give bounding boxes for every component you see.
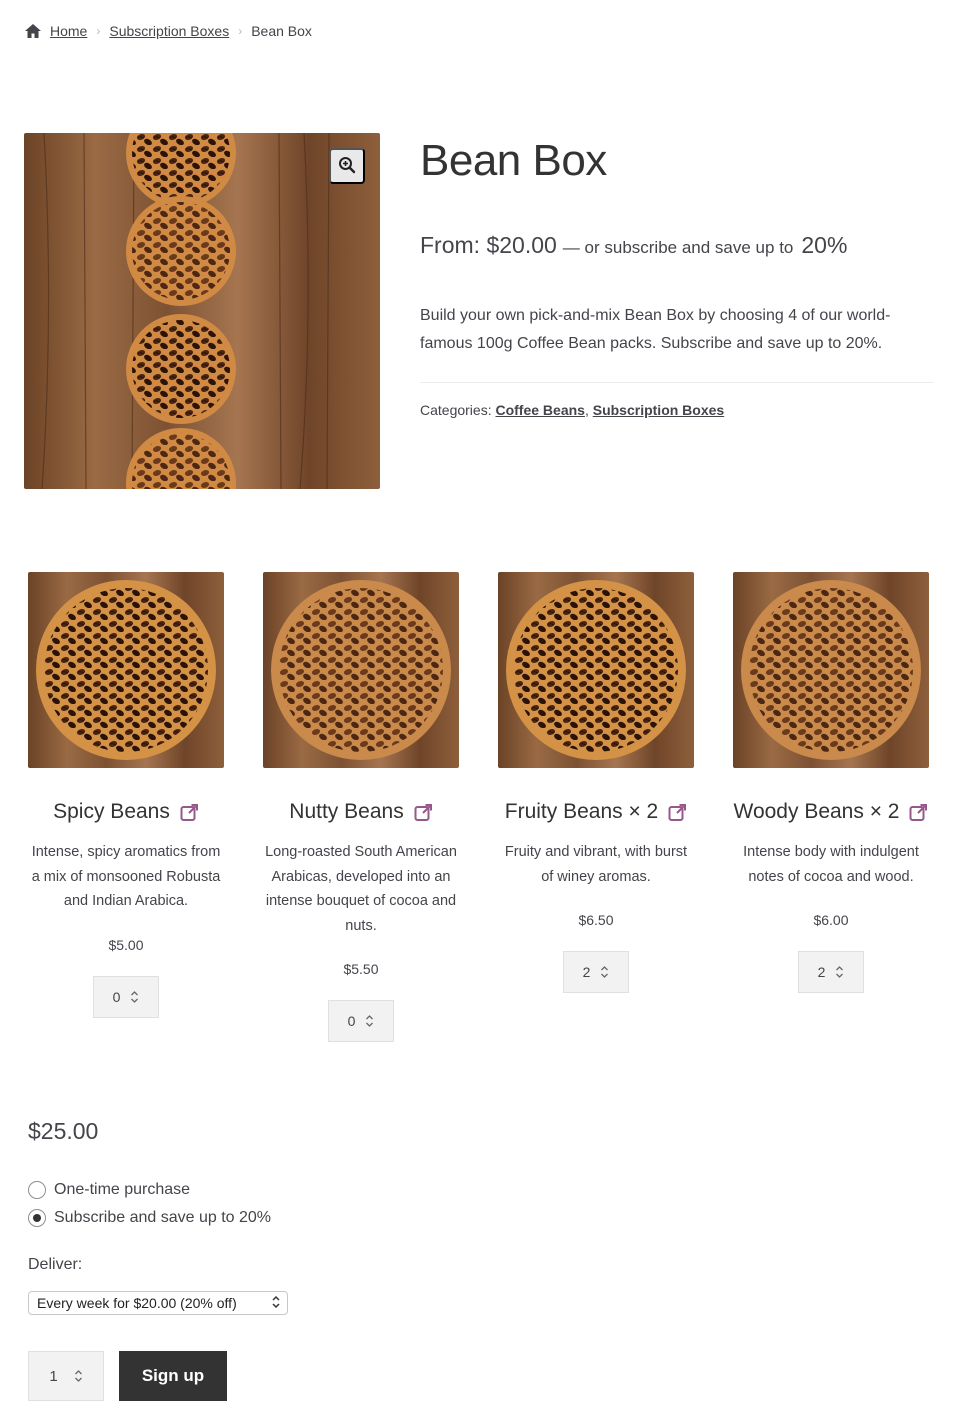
spinner-icon[interactable]: [600, 964, 609, 980]
deliver-label: Deliver:: [28, 1256, 83, 1273]
bundle-item-description: Fruity and vibrant, with burst of winey …: [504, 844, 688, 885]
breadcrumb: Home › Subscription Boxes › Bean Box: [24, 20, 312, 42]
radio-subscribe[interactable]: Subscribe and save up to 20%: [28, 1209, 271, 1227]
bundle-item-image[interactable]: [263, 572, 459, 768]
bundle-item-fruity-beans: Fruity Beans × 2 Fruity and vibrant, wit…: [498, 572, 694, 993]
bundle-item-image[interactable]: [28, 572, 224, 768]
quantity-value: 1: [49, 1367, 58, 1385]
bundle-item-description: Intense, spicy aromatics from a mix of m…: [31, 844, 221, 909]
quantity-stepper[interactable]: 0: [93, 975, 159, 1018]
bundle-item-woody-beans: Woody Beans × 2 Intense body with indulg…: [733, 572, 929, 993]
product-description: Build your own pick-and-mix Bean Box by …: [420, 307, 891, 352]
bundle-item-spicy-beans: Spicy Beans Intense, spicy aromatics fro…: [28, 572, 224, 1018]
delivery-frequency-select[interactable]: Every week for $20.00 (20% off): [28, 1291, 288, 1315]
external-link-icon[interactable]: [414, 803, 433, 822]
product-title: Bean Box: [420, 136, 607, 185]
radio-label: One-time purchase: [54, 1181, 191, 1198]
product-main-image[interactable]: [24, 133, 380, 489]
category-link-subscription-boxes[interactable]: Subscription Boxes: [593, 402, 724, 418]
quantity-stepper[interactable]: 0: [328, 1000, 394, 1042]
spinner-icon[interactable]: [74, 1368, 83, 1384]
bundle-item-title: Woody Beans × 2: [733, 800, 929, 824]
breadcrumb-category-link[interactable]: Subscription Boxes: [109, 23, 229, 39]
bundle-item-description: Long-roasted South American Arabicas, de…: [265, 844, 457, 934]
quantity-stepper[interactable]: 2: [798, 951, 864, 993]
radio-label: Subscribe and save up to 20%: [54, 1209, 272, 1226]
chevron-right-icon: ›: [96, 24, 101, 38]
price-discount: 20%: [801, 232, 848, 258]
spinner-icon[interactable]: [130, 989, 139, 1005]
product-categories: Categories: Coffee Beans, Subscription B…: [420, 402, 725, 418]
bundle-item-title: Fruity Beans × 2: [498, 800, 694, 824]
quantity-value: 0: [112, 988, 121, 1005]
breadcrumb-home-link[interactable]: Home: [50, 23, 87, 39]
bundle-item-description: Intense body with indulgent notes of coc…: [743, 844, 919, 885]
external-link-icon[interactable]: [909, 803, 928, 822]
chevron-right-icon: ›: [238, 24, 243, 38]
bundle-total-price: $25.00: [28, 1118, 99, 1144]
bundle-item-price: $5.50: [343, 961, 379, 977]
bundle-item-nutty-beans: Nutty Beans Long-roasted South American …: [263, 572, 459, 1042]
radio-button[interactable]: [28, 1209, 46, 1227]
bundle-item-price: $5.00: [108, 936, 144, 953]
quantity-input[interactable]: 1: [28, 1351, 104, 1401]
radio-button[interactable]: [28, 1181, 46, 1199]
bundle-item-price: $6.00: [813, 912, 849, 928]
external-link-icon[interactable]: [180, 803, 199, 822]
zoom-in-icon: [338, 156, 356, 177]
categories-label: Categories:: [420, 402, 492, 418]
price-from: From: $20.00: [420, 232, 557, 258]
divider: [420, 382, 934, 383]
bundle-item-image[interactable]: [498, 572, 694, 768]
spinner-icon[interactable]: [835, 964, 844, 980]
spinner-icon[interactable]: [365, 1013, 374, 1029]
price-subscribe-text: — or subscribe and save up to: [562, 238, 794, 257]
bundle-item-title: Spicy Beans: [28, 800, 224, 824]
quantity-value: 0: [347, 1013, 356, 1029]
bundle-item-image[interactable]: [733, 572, 929, 768]
product-price: From: $20.00 — or subscribe and save up …: [420, 232, 847, 259]
category-link-coffee-beans[interactable]: Coffee Beans: [495, 402, 584, 418]
select-value: Every week for $20.00 (20% off): [37, 1295, 237, 1311]
breadcrumb-current: Bean Box: [251, 23, 312, 39]
bundle-item-title: Nutty Beans: [263, 800, 459, 824]
bundle-item-price: $6.50: [578, 912, 614, 928]
quantity-value: 2: [817, 964, 826, 980]
zoom-button[interactable]: [329, 148, 365, 184]
select-arrows-icon: [271, 1294, 281, 1313]
quantity-stepper[interactable]: 2: [563, 951, 629, 993]
quantity-value: 2: [582, 964, 591, 980]
sign-up-button[interactable]: Sign up: [119, 1351, 227, 1401]
radio-one-time-purchase[interactable]: One-time purchase: [28, 1181, 190, 1199]
home-icon: [24, 23, 42, 39]
external-link-icon[interactable]: [668, 803, 687, 822]
